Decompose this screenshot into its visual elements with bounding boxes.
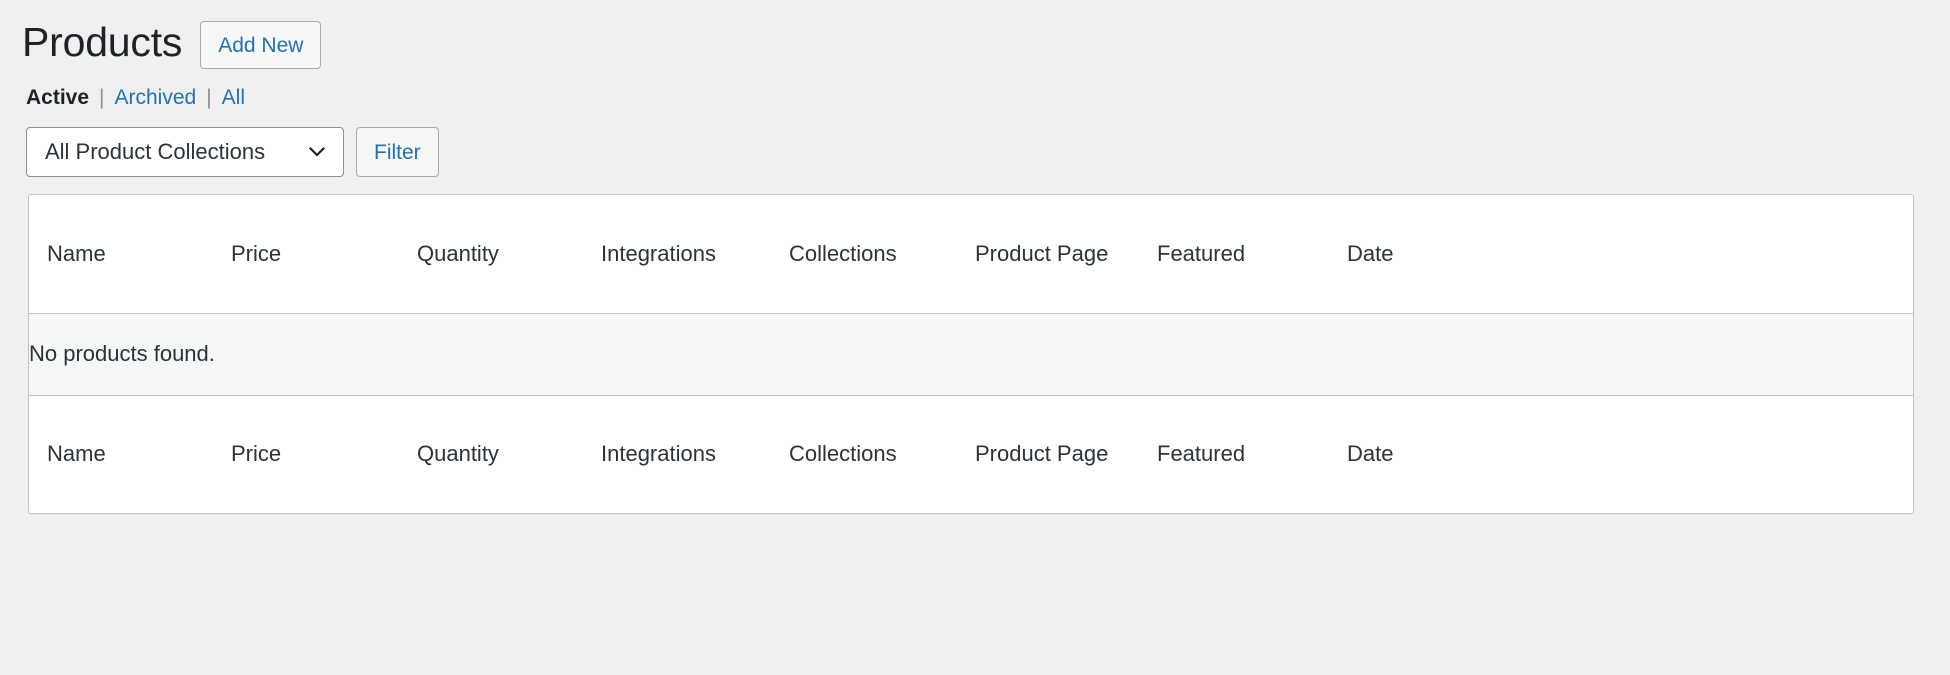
footer-column-header-collections[interactable]: Collections	[789, 395, 975, 513]
column-header-name[interactable]: Name	[29, 195, 231, 313]
status-link-separator: |	[99, 86, 105, 109]
footer-column-header-integrations[interactable]: Integrations	[601, 395, 789, 513]
page-title: Products	[22, 19, 183, 66]
column-header-quantity[interactable]: Quantity	[417, 195, 601, 313]
column-header-date[interactable]: Date	[1347, 195, 1913, 313]
product-collections-select[interactable]: All Product Collections	[26, 127, 344, 177]
filter-button[interactable]: Filter	[356, 127, 439, 177]
table-footer-row: Name Price Quantity Integrations Collect…	[29, 395, 1913, 513]
table-empty-row: No products found.	[29, 313, 1913, 395]
status-link-archived[interactable]: Archived	[115, 86, 197, 110]
products-table: Name Price Quantity Integrations Collect…	[29, 195, 1913, 513]
products-table-container: Name Price Quantity Integrations Collect…	[28, 194, 1914, 514]
column-header-product-page[interactable]: Product Page	[975, 195, 1157, 313]
table-header-row: Name Price Quantity Integrations Collect…	[29, 195, 1913, 313]
footer-column-header-date[interactable]: Date	[1347, 395, 1913, 513]
chevron-down-icon	[308, 146, 326, 157]
status-link-all[interactable]: All	[222, 86, 245, 110]
footer-column-header-name[interactable]: Name	[29, 395, 231, 513]
status-filter-links: Active | Archived | All	[0, 70, 1950, 110]
status-link-active[interactable]: Active	[26, 86, 89, 110]
add-new-button[interactable]: Add New	[200, 21, 322, 69]
footer-column-header-featured[interactable]: Featured	[1157, 395, 1347, 513]
products-table-foot: Name Price Quantity Integrations Collect…	[29, 395, 1913, 513]
page-header: Products Add New	[0, 0, 1950, 70]
products-table-body: No products found.	[29, 313, 1913, 395]
footer-column-header-price[interactable]: Price	[231, 395, 417, 513]
status-link-separator: |	[206, 86, 212, 109]
column-header-featured[interactable]: Featured	[1157, 195, 1347, 313]
column-header-collections[interactable]: Collections	[789, 195, 975, 313]
column-header-integrations[interactable]: Integrations	[601, 195, 789, 313]
products-table-head: Name Price Quantity Integrations Collect…	[29, 195, 1913, 313]
column-header-price[interactable]: Price	[231, 195, 417, 313]
products-admin-page: Products Add New Active | Archived | All…	[0, 0, 1950, 675]
filters-toolbar: All Product Collections Filter	[0, 110, 1950, 177]
footer-column-header-quantity[interactable]: Quantity	[417, 395, 601, 513]
no-products-message: No products found.	[29, 341, 215, 366]
product-collections-select-value: All Product Collections	[45, 139, 266, 164]
footer-column-header-product-page[interactable]: Product Page	[975, 395, 1157, 513]
